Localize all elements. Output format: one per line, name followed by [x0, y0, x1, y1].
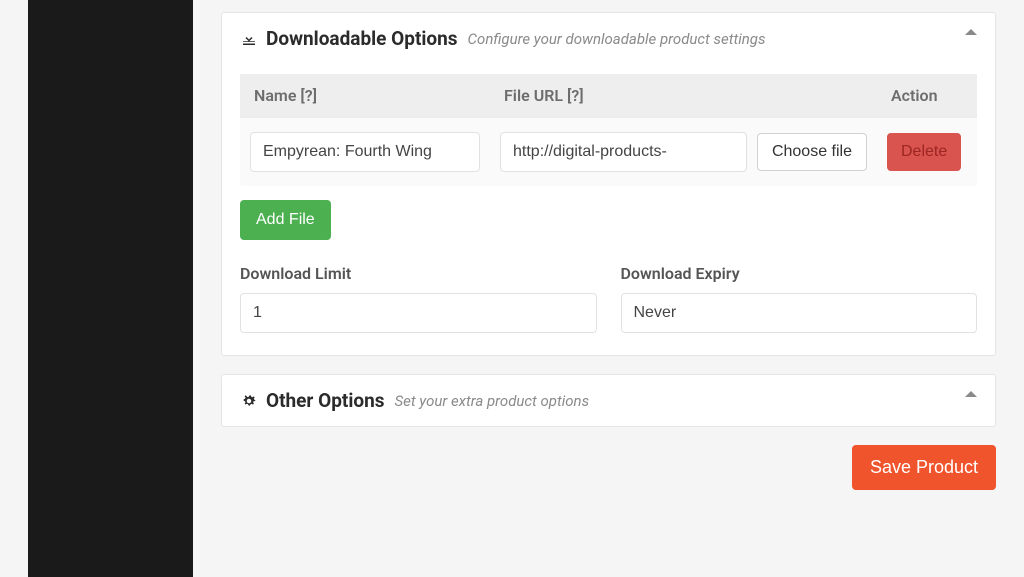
files-table: Name [?] File URL [?] Action [240, 74, 977, 186]
download-limit-input[interactable] [240, 293, 597, 333]
delete-button[interactable]: Delete [887, 133, 961, 171]
collapse-caret-icon[interactable] [965, 391, 977, 397]
file-url-input[interactable] [500, 132, 747, 172]
download-expiry-label: Download Expiry [621, 264, 978, 283]
other-subtitle: Set your extra product options [395, 392, 590, 410]
downloadable-body: Name [?] File URL [?] Action [222, 64, 995, 355]
other-options-panel: Other Options Set your extra product opt… [221, 374, 996, 427]
sidebar [0, 0, 193, 577]
file-row: Choose file Delete [240, 118, 977, 187]
downloadable-options-panel: Downloadable Options Configure your down… [221, 12, 996, 356]
collapse-caret-icon[interactable] [965, 29, 977, 35]
column-action: Action [877, 74, 977, 118]
choose-file-button[interactable]: Choose file [757, 133, 867, 171]
downloadable-panel-header[interactable]: Downloadable Options Configure your down… [222, 13, 995, 64]
add-file-button[interactable]: Add File [240, 200, 331, 240]
download-icon [240, 30, 258, 48]
column-url: File URL [?] [490, 74, 877, 118]
downloadable-subtitle: Configure your downloadable product sett… [468, 30, 766, 48]
download-limit-label: Download Limit [240, 264, 597, 283]
other-title: Other Options [266, 389, 385, 412]
footer: Save Product [221, 445, 996, 490]
column-name: Name [?] [240, 74, 490, 118]
download-expiry-input[interactable] [621, 293, 978, 333]
file-name-input[interactable] [250, 132, 480, 172]
save-product-button[interactable]: Save Product [852, 445, 996, 490]
downloadable-title: Downloadable Options [266, 27, 458, 50]
other-panel-header[interactable]: Other Options Set your extra product opt… [222, 375, 995, 426]
main-content: Downloadable Options Configure your down… [193, 0, 1024, 577]
gear-icon [240, 392, 258, 410]
